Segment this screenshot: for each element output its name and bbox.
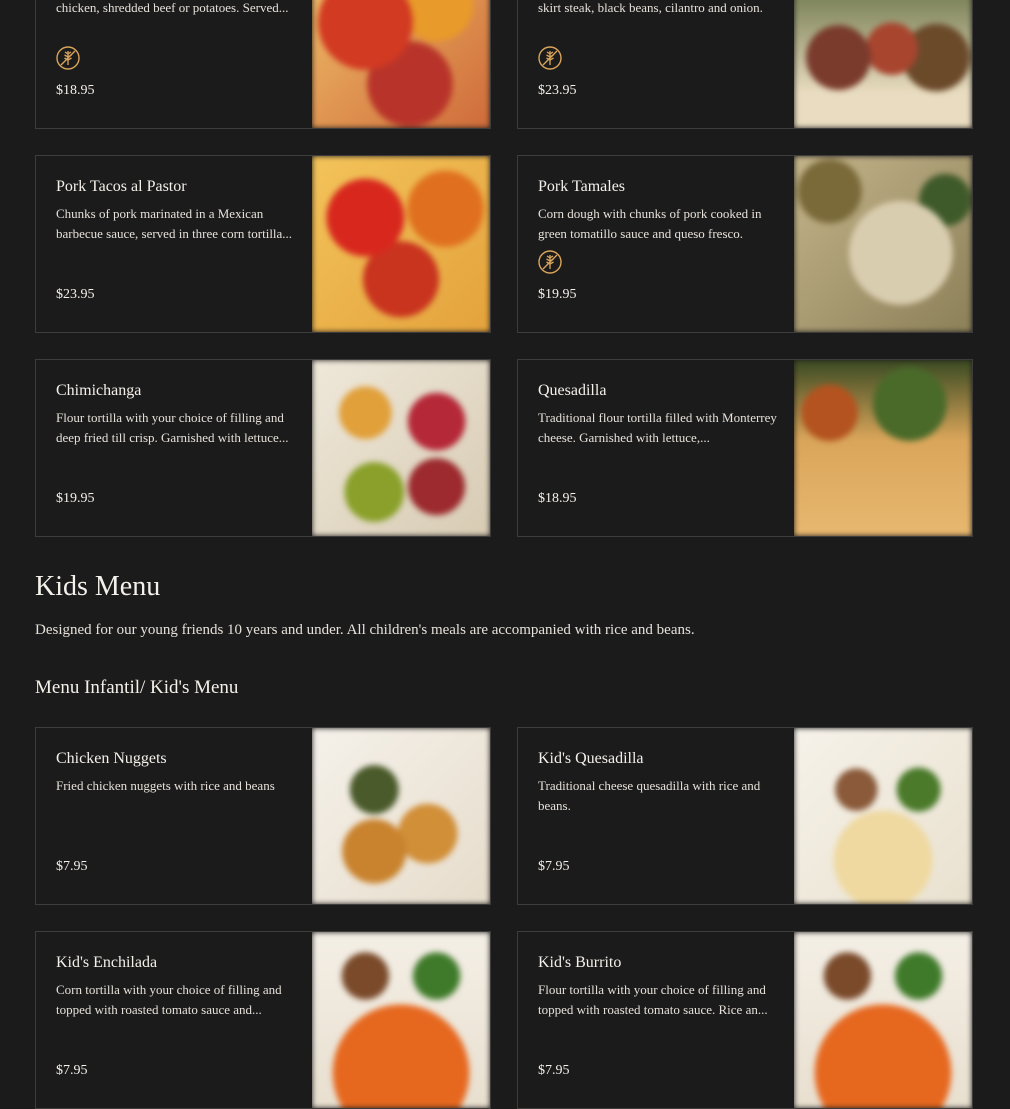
food-image xyxy=(312,728,490,904)
food-image xyxy=(794,156,972,332)
menu-item-description: Deep fried tacos filled with your choice… xyxy=(56,0,289,15)
gluten-free-icon xyxy=(56,46,80,70)
menu-item-card[interactable]: Quesadilla Traditional flour tortilla fi… xyxy=(517,359,973,537)
menu-item-name: Kid's Burrito xyxy=(538,954,622,971)
menu-item-name: Chicken Nuggets xyxy=(56,750,167,767)
menu-item-card[interactable]: Chicken Nuggets Fried chicken nuggets wi… xyxy=(35,727,491,905)
gluten-free-icon xyxy=(538,250,562,274)
menu-item-description: Flour tortilla with your choice of filli… xyxy=(56,410,289,445)
food-image xyxy=(794,932,972,1108)
menu-item-description: Traditional cheese quesadilla with rice … xyxy=(538,778,761,813)
menu-item-name: Pork Tacos al Pastor xyxy=(56,178,187,195)
menu-item-name: Chimichanga xyxy=(56,382,142,399)
menu-item-name: Pork Tamales xyxy=(538,178,626,195)
menu-item-card[interactable]: Chimichanga Flour tortilla with your cho… xyxy=(35,359,491,537)
gluten-free-icon xyxy=(538,46,562,70)
menu-item-card[interactable]: Deep fried tacos filled with your choice… xyxy=(35,0,491,129)
menu-item-card[interactable]: Kid's Enchilada Corn tortilla with your … xyxy=(35,931,491,1109)
section-description: Designed for our young friends 10 years … xyxy=(35,622,695,638)
menu-item-price: $23.95 xyxy=(538,83,577,98)
menu-item-price: $18.95 xyxy=(538,491,577,506)
menu-item-price: $7.95 xyxy=(56,859,88,874)
menu-item-price: $18.95 xyxy=(56,83,95,98)
food-image xyxy=(794,0,972,128)
menu-item-name: Kid's Quesadilla xyxy=(538,750,644,767)
menu-item-card[interactable]: Pork Tacos al Pastor Chunks of pork mari… xyxy=(35,155,491,333)
menu-item-description: Traditional flour tortilla filled with M… xyxy=(538,410,777,445)
section-title: Kids Menu xyxy=(35,571,161,602)
food-image xyxy=(312,932,490,1108)
menu-item-card[interactable]: Three soft corn tortillas filled with gr… xyxy=(517,0,973,129)
menu-item-price: $23.95 xyxy=(56,287,95,302)
food-image xyxy=(312,0,490,128)
menu-item-price: $7.95 xyxy=(56,1063,88,1078)
menu-item-card[interactable]: Pork Tamales Corn dough with chunks of p… xyxy=(517,155,973,333)
food-image xyxy=(312,156,490,332)
menu-item-price: $7.95 xyxy=(538,1063,570,1078)
food-image xyxy=(794,360,972,536)
menu-item-price: $7.95 xyxy=(538,859,570,874)
menu-item-description: Fried chicken nuggets with rice and bean… xyxy=(56,778,275,793)
menu-item-description: Flour tortilla with your choice of filli… xyxy=(538,982,768,1017)
food-image xyxy=(312,360,490,536)
menu-item-name: Quesadilla xyxy=(538,382,607,399)
menu-item-card[interactable]: Kid's Quesadilla Traditional cheese ques… xyxy=(517,727,973,905)
menu-item-description: Three soft corn tortillas filled with gr… xyxy=(538,0,763,15)
menu-item-description: Corn dough with chunks of pork cooked in… xyxy=(538,206,762,241)
menu-item-name: Kid's Enchilada xyxy=(56,954,158,971)
menu-item-description: Chunks of pork marinated in a Mexican ba… xyxy=(56,206,293,241)
menu-item-price: $19.95 xyxy=(56,491,95,506)
section-subtitle: Menu Infantil/ Kid's Menu xyxy=(35,677,239,698)
menu-item-description: Corn tortilla with your choice of fillin… xyxy=(56,982,282,1017)
food-image xyxy=(794,728,972,904)
menu-item-price: $19.95 xyxy=(538,287,577,302)
menu-item-card[interactable]: Kid's Burrito Flour tortilla with your c… xyxy=(517,931,973,1109)
